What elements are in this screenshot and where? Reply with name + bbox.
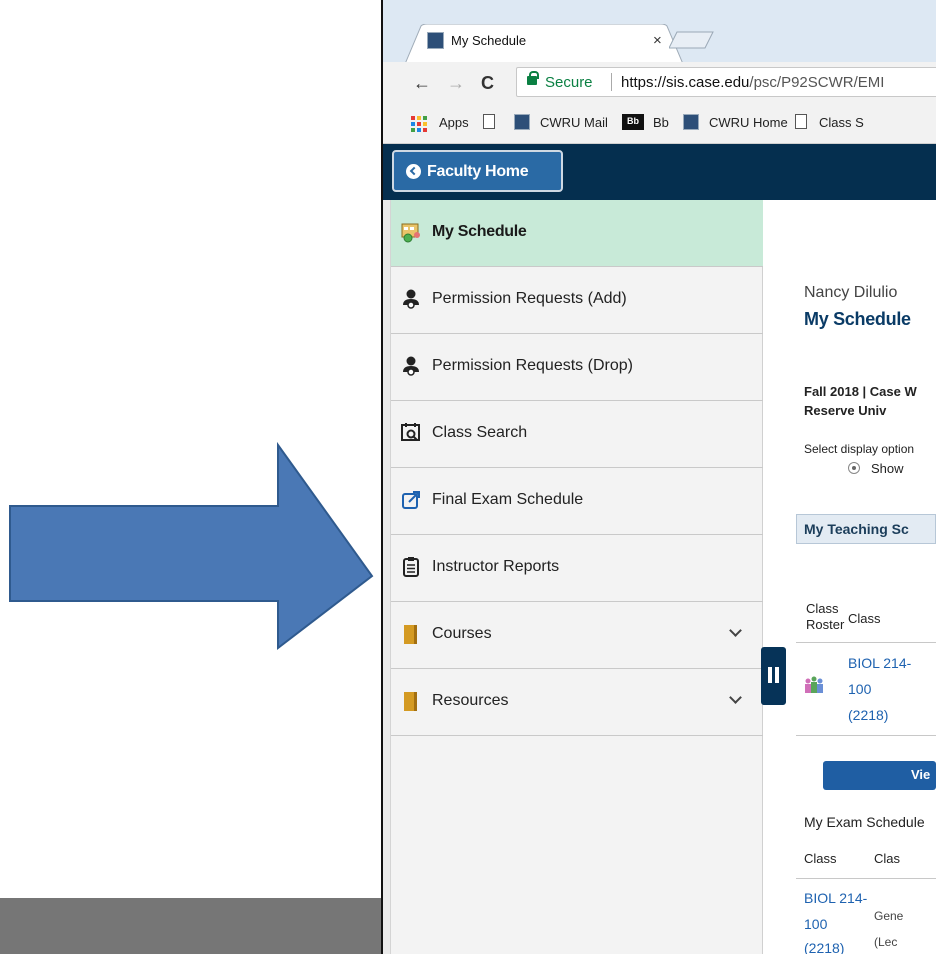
tab-my-schedule[interactable]: My Schedule ×: [405, 24, 684, 64]
lock-icon: [527, 71, 539, 85]
user-name: Nancy Dilulio: [804, 284, 898, 301]
person-icon: [403, 356, 419, 376]
term-label: Fall 2018 | Case W Reserve Univ: [804, 384, 917, 418]
screenshot-stage: My Schedule × ← → C Secure https://sis.c…: [0, 0, 936, 954]
bookmarks-bar: Apps CWRU Mail Bb Bb CWRU Home Class S: [383, 104, 936, 144]
exam-col-class-description: Clas: [874, 851, 901, 866]
bookmark-cwru-mail[interactable]: CWRU Mail: [540, 115, 608, 130]
person-icon: [403, 289, 419, 309]
sidebar-item-permission-drop[interactable]: Permission Requests (Drop): [391, 334, 763, 401]
url-host: https://sis.case.edu: [621, 74, 750, 91]
sidebar-label: Resources: [432, 692, 509, 709]
sidebar: My Schedule Permission Requests (Add) Pe…: [391, 200, 763, 954]
class-search-icon: [401, 423, 420, 441]
tab-title: My Schedule: [451, 33, 527, 48]
exam-schedule-header: My Exam Schedule: [804, 814, 925, 830]
view-button-label: Vie: [911, 767, 931, 782]
url-text: https://sis.case.edu/psc/P92SCWR/EMI: [621, 74, 884, 91]
page-icon[interactable]: [483, 114, 495, 129]
case-logo-icon: [514, 114, 530, 130]
sidebar-item-final-exam[interactable]: Final Exam Schedule: [391, 468, 763, 535]
show-radio[interactable]: [848, 462, 860, 474]
sidebar-label: My Schedule: [432, 223, 527, 240]
faculty-home-button[interactable]: Faculty Home: [392, 150, 563, 192]
teaching-schedule-title: My Teaching Sc: [804, 521, 909, 537]
exam-class-type: (Lec: [874, 935, 898, 949]
pause-bar-icon: [775, 667, 779, 683]
url-path: /psc/P92SCWR/EMI: [749, 74, 885, 91]
teaching-schedule-header: My Teaching Sc: [796, 514, 936, 544]
bookmark-apps[interactable]: Apps: [439, 115, 469, 130]
tab-shape: [405, 24, 684, 64]
book-icon: [404, 692, 417, 711]
table-divider: [796, 735, 936, 736]
address-bar[interactable]: Secure https://sis.case.edu/psc/P92SCWR/…: [516, 67, 936, 97]
app-navbar: Faculty Home: [383, 144, 936, 200]
tab-close-button[interactable]: ×: [653, 32, 662, 49]
external-link-icon: [402, 491, 420, 509]
apps-grid-icon: [411, 116, 427, 132]
table-divider: [796, 878, 936, 879]
reload-button[interactable]: C: [481, 73, 494, 94]
col-class-roster: Class Roster: [806, 601, 845, 632]
sidebar-label: Class Search: [432, 424, 528, 441]
class-link[interactable]: BIOL 214-: [848, 655, 911, 671]
sidebar-item-courses[interactable]: Courses: [391, 602, 763, 669]
case-logo-icon: [427, 32, 444, 49]
tab-bar: My Schedule ×: [383, 0, 936, 64]
sidebar-item-permission-add[interactable]: Permission Requests (Add): [391, 267, 763, 334]
address-separator: [611, 73, 612, 91]
sidebar-label: Permission Requests (Drop): [432, 357, 633, 374]
display-option-label: Select display option: [804, 442, 915, 456]
back-circle-icon: [406, 164, 421, 179]
show-option-label: Show: [871, 461, 904, 476]
report-icon: [403, 557, 419, 577]
view-button[interactable]: Vie: [823, 761, 936, 790]
col-class: Class: [848, 611, 881, 626]
book-icon: [404, 625, 417, 644]
bookmark-bb[interactable]: Bb: [653, 115, 669, 130]
annotation-arrow: [9, 441, 374, 651]
browser-toolbar: ← → C Secure https://sis.case.edu/psc/P9…: [383, 62, 936, 104]
sidebar-label: Courses: [432, 625, 492, 642]
class-link-number[interactable]: (2218): [848, 707, 888, 723]
new-tab-button[interactable]: [669, 30, 719, 50]
main-content: Nancy Dilulio My Schedule Fall 2018 | Ca…: [791, 200, 936, 954]
sidebar-item-resources[interactable]: Resources: [391, 669, 763, 736]
forward-button[interactable]: →: [447, 73, 465, 94]
sidebar-item-class-search[interactable]: Class Search: [391, 401, 763, 468]
exam-class-number[interactable]: (2218): [804, 940, 844, 954]
exam-class-desc: Gene: [874, 909, 904, 923]
sidebar-label: Permission Requests (Add): [432, 290, 627, 307]
sidebar-label: Final Exam Schedule: [432, 491, 584, 508]
sidebar-collapse-button[interactable]: [761, 647, 786, 705]
bookmark-class-search[interactable]: Class S: [819, 115, 864, 130]
browser-window: My Schedule × ← → C Secure https://sis.c…: [383, 0, 936, 954]
page-icon: [795, 114, 807, 129]
class-link-section[interactable]: 100: [848, 681, 871, 697]
exam-class-link[interactable]: BIOL 214-: [804, 890, 867, 906]
secure-label: Secure: [545, 74, 593, 91]
back-button[interactable]: ←: [413, 73, 431, 94]
exam-class-section[interactable]: 100: [804, 916, 827, 932]
page-title: My Schedule: [804, 309, 911, 329]
bookmark-cwru-home[interactable]: CWRU Home: [709, 115, 788, 130]
chevron-down-icon[interactable]: [729, 691, 742, 704]
faculty-home-label: Faculty Home: [427, 163, 529, 180]
case-logo-icon: [683, 114, 699, 130]
blackboard-icon: Bb: [622, 114, 644, 130]
chevron-down-icon[interactable]: [729, 624, 742, 637]
pause-bar-icon: [768, 667, 772, 683]
sidebar-item-instructor-reports[interactable]: Instructor Reports: [391, 535, 763, 602]
sidebar-item-my-schedule[interactable]: My Schedule: [391, 200, 763, 267]
class-roster-icon[interactable]: [803, 674, 825, 696]
exam-col-class: Class: [804, 851, 837, 866]
sidebar-label: Instructor Reports: [432, 558, 560, 575]
gray-strip: [0, 898, 382, 954]
table-divider: [796, 642, 936, 643]
schedule-icon: [401, 223, 420, 243]
sidebar-edge: [383, 200, 391, 954]
